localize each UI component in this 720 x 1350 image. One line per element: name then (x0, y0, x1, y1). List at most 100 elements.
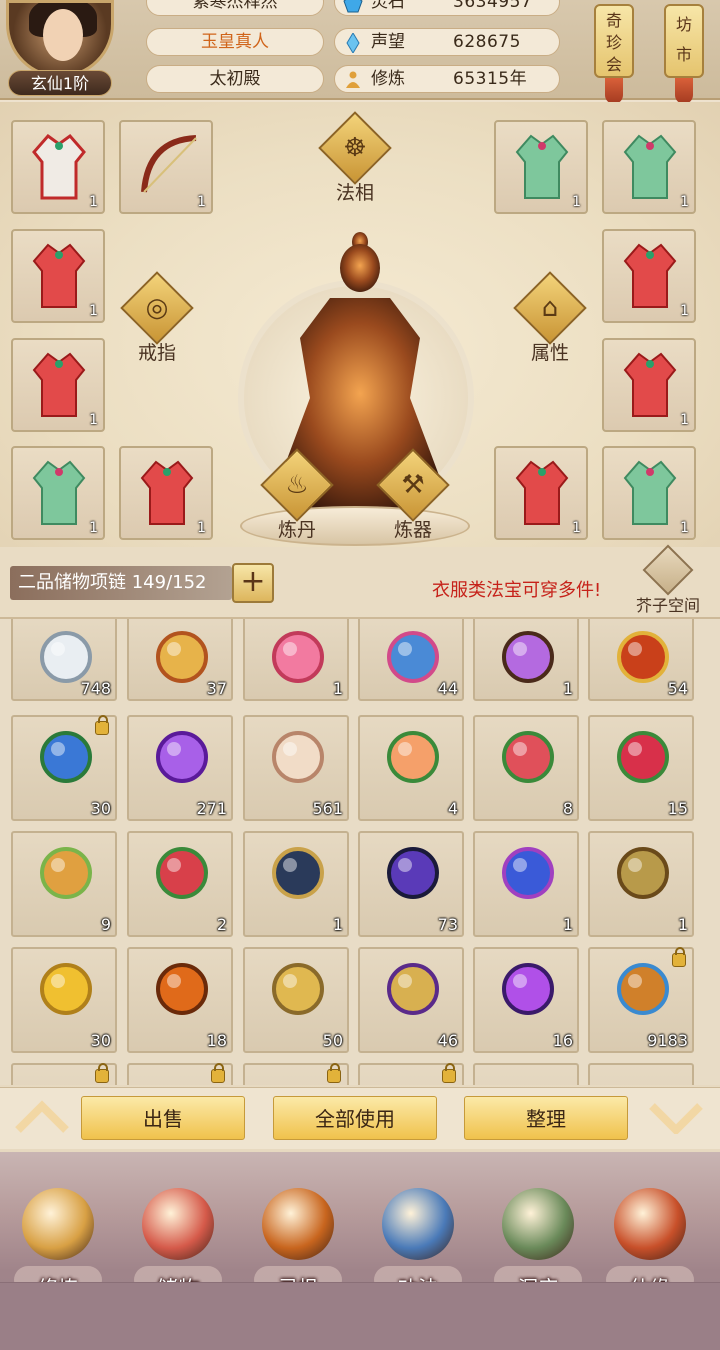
sort-button[interactable]: 整理 (464, 1096, 628, 1140)
inventory-slot[interactable] (11, 1063, 117, 1085)
inventory-slot[interactable]: 1 (473, 619, 579, 701)
scroll-blue-icon (387, 631, 439, 683)
purple-flame-icon (502, 963, 554, 1015)
item-count: 4 (447, 799, 458, 818)
use-all-button[interactable]: 全部使用 (273, 1096, 437, 1140)
item-count: 16 (552, 1031, 573, 1050)
ring-label: 戒指 (137, 342, 176, 364)
scroll-up-icon[interactable] (14, 1100, 70, 1134)
cultivate-icon (22, 1188, 94, 1260)
ring-button[interactable]: ◎ 戒指 (120, 271, 194, 370)
forge-button[interactable]: ⚒ 炼器 (376, 448, 450, 547)
alchemy-button[interactable]: ♨ 炼丹 (260, 448, 334, 547)
inventory-slot[interactable]: 44 (358, 619, 464, 701)
equip-slot[interactable]: 1 (11, 120, 105, 214)
item-count: 46 (437, 1031, 458, 1050)
equip-slot[interactable]: 1 (11, 229, 105, 323)
inventory-slot[interactable] (243, 1063, 349, 1085)
equipment-panel: 1 1 1 1 1 1 1 1 1 1 1 1 ☸ 法相 ◎ 戒指 ⌂ 属性 ♨… (0, 102, 720, 547)
prestige-value: 628675 (453, 32, 521, 52)
storage-capacity-bar: 二品储物项链 149/152 (10, 566, 232, 600)
equip-slot[interactable]: 1 (602, 229, 696, 323)
talisman-gold-icon (272, 963, 324, 1015)
slot-count: 1 (572, 194, 581, 210)
equip-slot[interactable]: 1 (11, 446, 105, 540)
inventory-slot[interactable] (127, 1063, 233, 1085)
storage-label: 二品储物项链 (18, 572, 126, 593)
slot-count: 1 (197, 520, 206, 536)
inventory-slot[interactable] (588, 1063, 694, 1085)
item-count: 1 (332, 679, 343, 698)
player-avatar[interactable] (6, 0, 114, 78)
expand-storage-button[interactable]: + (232, 563, 274, 603)
inventory-slot[interactable]: 46 (358, 947, 464, 1053)
inventory-slot[interactable]: 748 (11, 619, 117, 701)
scroll-down-icon[interactable] (648, 1100, 704, 1134)
inventory-slot[interactable]: 37 (127, 619, 233, 701)
slot-count: 1 (89, 194, 98, 210)
spirit-stone-stat: 灵石 3634957 (334, 0, 560, 16)
inventory-slot[interactable]: 16 (473, 947, 579, 1053)
cultivation-label: 修炼 (371, 69, 405, 89)
dark-crystal-icon (387, 847, 439, 899)
equip-slot[interactable]: 1 (119, 446, 213, 540)
inventory-action-bar: 出售 全部使用 整理 (0, 1087, 720, 1149)
hat-icon: ⌂ (541, 293, 559, 323)
item-count: 37 (206, 679, 227, 698)
equip-slot[interactable]: 1 (602, 120, 696, 214)
inventory-grid[interactable]: 748 37 1 44 1 54 30 271 561 4 8 15 9 2 1 73 1 1 30 18 50 46 16… (0, 617, 720, 1085)
robe-icon (32, 352, 86, 417)
inventory-slot[interactable]: 30 (11, 715, 117, 821)
inventory-slot[interactable]: 271 (127, 715, 233, 821)
dharma-button[interactable]: ☸ 法相 (318, 111, 392, 210)
inventory-slot[interactable]: 18 (127, 947, 233, 1053)
equip-slot[interactable]: 1 (602, 446, 696, 540)
inventory-slot[interactable]: 561 (243, 715, 349, 821)
mustard-space-label: 芥子空间 (635, 596, 700, 615)
inventory-slot[interactable]: 8 (473, 715, 579, 821)
inventory-slot[interactable]: 2 (127, 831, 233, 937)
sell-button[interactable]: 出售 (81, 1096, 245, 1140)
gold-ring-icon (156, 631, 208, 683)
avatar-face (43, 9, 83, 61)
robe-icon (32, 133, 86, 200)
player-title: 玉皇真人 (146, 28, 324, 56)
blueberry-herb-icon (40, 731, 92, 783)
blue-flower-icon (502, 847, 554, 899)
robe-icon (32, 243, 86, 308)
inventory-slot[interactable]: 9183 (588, 947, 694, 1053)
equip-slot[interactable]: 1 (494, 446, 588, 540)
inventory-slot[interactable]: 9 (11, 831, 117, 937)
equip-slot[interactable]: 1 (602, 338, 696, 432)
equip-hint: 衣服类法宝可穿多件! (432, 580, 602, 601)
inventory-slot[interactable]: 30 (11, 947, 117, 1053)
inventory-slot[interactable] (473, 1063, 579, 1085)
inventory-slot[interactable]: 54 (588, 619, 694, 701)
attributes-button[interactable]: ⌂ 属性 (513, 271, 587, 370)
slot-count: 1 (680, 303, 689, 319)
equip-slot[interactable]: 1 (11, 338, 105, 432)
inventory-slot[interactable]: 15 (588, 715, 694, 821)
talisman-purple-icon (387, 963, 439, 1015)
tassel-decoration (605, 78, 623, 104)
lock-icon (327, 1063, 341, 1083)
inventory-slot[interactable]: 50 (243, 947, 349, 1053)
inventory-slot[interactable]: 73 (358, 831, 464, 937)
inventory-slot[interactable] (358, 1063, 464, 1085)
attributes-label: 属性 (530, 342, 569, 364)
inventory-slot[interactable]: 1 (243, 619, 349, 701)
market-button[interactable]: 坊市 (664, 4, 704, 78)
silver-sphere-icon (40, 631, 92, 683)
equip-slot[interactable]: 1 (119, 120, 213, 214)
item-count: 30 (90, 1031, 111, 1050)
slot-count: 1 (89, 412, 98, 428)
prestige-crystal-icon (346, 33, 360, 53)
equip-slot[interactable]: 1 (494, 120, 588, 214)
treasure-fair-button[interactable]: 奇珍会 (594, 4, 634, 78)
inventory-slot[interactable]: 4 (358, 715, 464, 821)
inventory-slot[interactable]: 1 (243, 831, 349, 937)
red-bud-icon (156, 847, 208, 899)
mustard-space-button[interactable]: 芥子空间 (628, 544, 708, 615)
inventory-slot[interactable]: 1 (473, 831, 579, 937)
inventory-slot[interactable]: 1 (588, 831, 694, 937)
